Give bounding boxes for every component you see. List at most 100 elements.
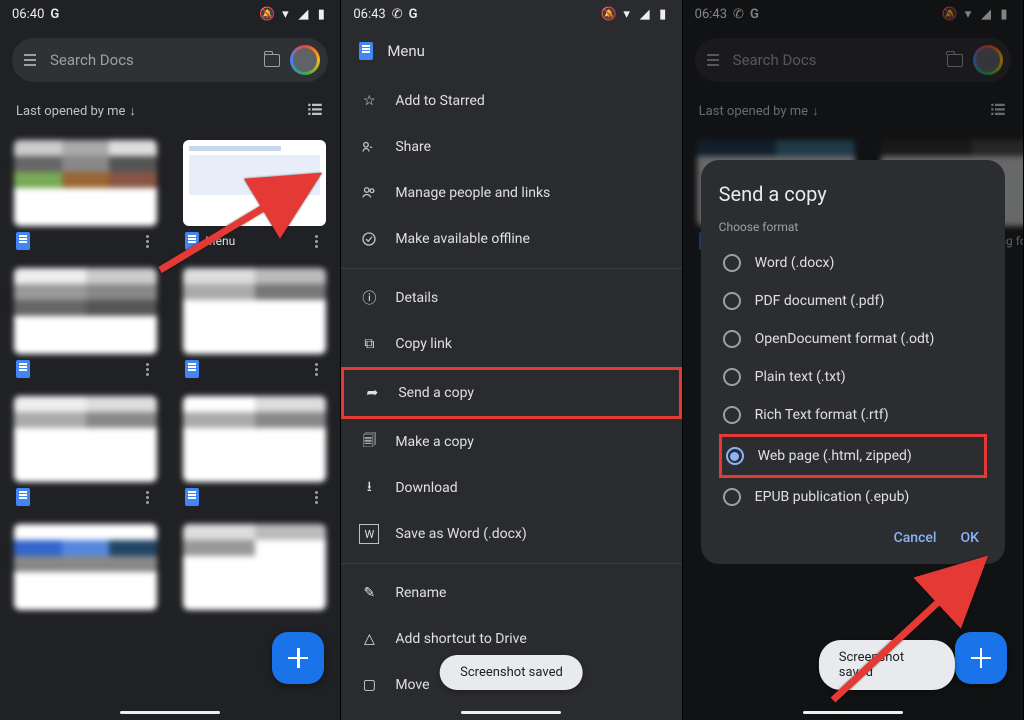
docs-icon [185, 488, 199, 506]
more-icon[interactable] [139, 491, 155, 504]
docs-icon [16, 488, 30, 506]
doc-item[interactable] [183, 396, 326, 506]
status-bar: 06:43 ✆ G 🔕 ▾ ◢ ▮ [341, 0, 681, 28]
radio-icon [723, 488, 741, 506]
more-icon[interactable] [308, 491, 324, 504]
fab-new[interactable] [272, 632, 324, 684]
info-icon: ⓘ [359, 288, 379, 308]
format-epub[interactable]: EPUB publication (.epub) [719, 478, 987, 516]
share-icon [359, 137, 379, 157]
more-icon[interactable] [308, 235, 324, 248]
doc-item[interactable] [183, 268, 326, 378]
more-icon[interactable] [308, 363, 324, 376]
send-copy-dialog: Send a copy Choose format Word (.docx) P… [701, 160, 1005, 564]
folder-icon[interactable] [264, 54, 280, 67]
menu-sendcopy[interactable]: ➦Send a copy [341, 367, 681, 419]
menu-copylink[interactable]: ⧉Copy link [341, 321, 681, 367]
hamburger-icon[interactable] [20, 50, 40, 70]
more-icon[interactable] [139, 363, 155, 376]
radio-icon-selected [726, 447, 744, 465]
menu-header: Menu [341, 28, 681, 74]
search-placeholder: Search Docs [50, 51, 254, 69]
doc-item[interactable] [14, 524, 157, 616]
drive-icon: △ [359, 629, 379, 649]
format-word[interactable]: Word (.docx) [719, 244, 987, 282]
wifi-icon: ▾ [278, 7, 292, 21]
people-icon [359, 183, 379, 203]
doc-name [36, 234, 133, 248]
pencil-icon: ✎ [359, 583, 379, 603]
divider [341, 268, 681, 269]
offline-icon [359, 229, 379, 249]
cancel-button[interactable]: Cancel [894, 530, 937, 546]
menu-offline[interactable]: Make available offline [341, 216, 681, 262]
nav-handle[interactable] [803, 711, 903, 714]
menu-manage[interactable]: Manage people and links [341, 170, 681, 216]
radio-icon [723, 254, 741, 272]
format-rtf[interactable]: Rich Text format (.rtf) [719, 396, 987, 434]
radio-icon [723, 330, 741, 348]
format-odt[interactable]: OpenDocument format (.odt) [719, 320, 987, 358]
format-html[interactable]: Web page (.html, zipped) [719, 434, 987, 478]
signal-icon: ◢ [296, 7, 310, 21]
menu-download[interactable]: ⭳Download [341, 465, 681, 511]
doc-name: Menu [205, 234, 302, 248]
move-icon: ▢ [359, 675, 379, 695]
status-bar: 06:40 G 🔕 ▾ ◢ ▮ [0, 0, 340, 28]
nav-handle[interactable] [461, 711, 561, 714]
sort-button[interactable]: Last opened by me ↓ [16, 103, 136, 119]
dialog-subtitle: Choose format [719, 220, 987, 234]
doc-item[interactable] [183, 524, 326, 616]
more-icon[interactable] [139, 235, 155, 248]
send-icon: ➦ [362, 383, 382, 403]
menu-saveword[interactable]: WSave as Word (.docx) [341, 511, 681, 557]
battery-icon: ▮ [314, 7, 328, 21]
menu-star[interactable]: ☆Add to Starred [341, 78, 681, 124]
doc-item[interactable] [14, 268, 157, 378]
battery-icon: ▮ [656, 7, 670, 21]
radio-icon [723, 292, 741, 310]
menu-share[interactable]: Share [341, 124, 681, 170]
copy-icon: ⧉ [359, 334, 379, 354]
docs-icon [359, 42, 373, 60]
menu-title: Menu [387, 42, 425, 60]
menu-makecopy[interactable]: 🗐Make a copy [341, 419, 681, 465]
format-pdf[interactable]: PDF document (.pdf) [719, 282, 987, 320]
list-view-icon[interactable] [306, 100, 324, 122]
toast: Screenshot saved [440, 655, 583, 690]
docs-icon [185, 232, 199, 250]
doc-item[interactable] [14, 396, 157, 506]
docs-icon [185, 360, 199, 378]
toast: Screenshot saved [819, 640, 955, 690]
chevron-down-icon: ↓ [129, 103, 136, 119]
avatar[interactable] [290, 45, 320, 75]
menu-details[interactable]: ⓘDetails [341, 275, 681, 321]
whatsapp-icon: ✆ [392, 7, 403, 22]
google-icon: G [409, 7, 418, 22]
signal-icon: ◢ [638, 7, 652, 21]
clock: 06:43 [353, 7, 385, 22]
menu-rename[interactable]: ✎Rename [341, 570, 681, 616]
screen-context-menu: 06:43 ✆ G 🔕 ▾ ◢ ▮ Menu ☆Add to Starred S… [341, 0, 682, 720]
star-icon: ☆ [359, 91, 379, 111]
makecopy-icon: 🗐 [359, 432, 379, 452]
search-bar[interactable]: Search Docs [12, 38, 328, 82]
format-txt[interactable]: Plain text (.txt) [719, 358, 987, 396]
fab-new[interactable] [955, 632, 1007, 684]
divider [341, 563, 681, 564]
docs-icon [16, 232, 30, 250]
doc-item[interactable] [14, 140, 157, 250]
sort-row: Last opened by me ↓ [0, 92, 340, 130]
google-icon: G [50, 7, 59, 22]
dnd-icon: 🔕 [602, 7, 616, 21]
screen-send-copy-dialog: 06:43 ✆ G 🔕 ▾ ◢ ▮ Search Docs Last opene… [683, 0, 1024, 720]
radio-icon [723, 368, 741, 386]
wifi-icon: ▾ [620, 7, 634, 21]
doc-item-menu[interactable]: Menu [183, 140, 326, 250]
nav-handle[interactable] [120, 711, 220, 714]
download-icon: ⭳ [359, 478, 379, 498]
docs-icon [16, 360, 30, 378]
menu-print[interactable]: 🖶Print [341, 708, 681, 720]
ok-button[interactable]: OK [960, 530, 979, 546]
doc-grid: Menu [0, 130, 340, 626]
